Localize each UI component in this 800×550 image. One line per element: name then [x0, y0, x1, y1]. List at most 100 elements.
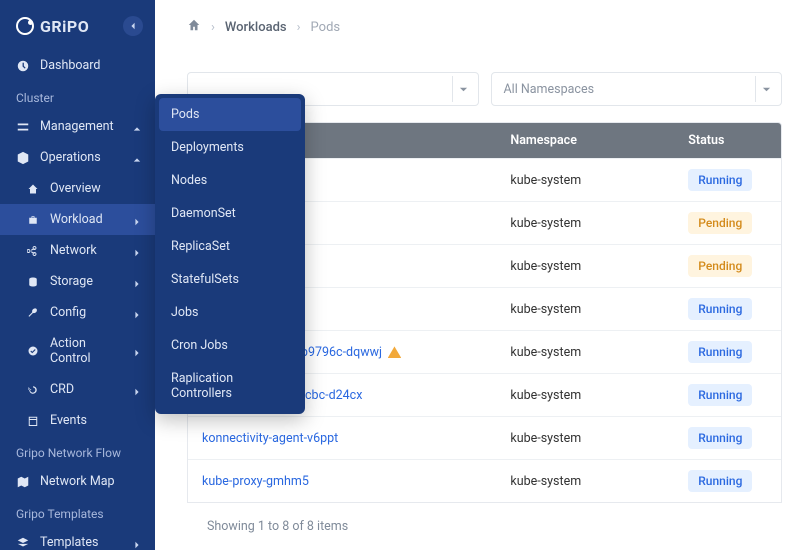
breadcrumb-workloads[interactable]: Workloads — [225, 20, 287, 35]
breadcrumb: › Workloads › Pods — [155, 0, 800, 54]
nav-label: Storage — [50, 274, 123, 289]
pod-namespace: kube-system — [496, 245, 674, 288]
submenu-jobs[interactable]: Jobs — [155, 296, 305, 329]
status-badge: Running — [688, 298, 752, 320]
col-status[interactable]: Status — [674, 123, 781, 159]
map-icon — [16, 475, 30, 489]
brand-name: GRiPO — [40, 17, 89, 36]
collapse-sidebar-button[interactable] — [123, 16, 143, 36]
nav-storage[interactable]: Storage — [0, 266, 155, 297]
nav-events[interactable]: Events — [0, 405, 155, 436]
filter-namespace-dropdown[interactable]: All Namespaces — [491, 72, 783, 106]
home-icon — [26, 182, 40, 196]
calendar-icon — [26, 414, 40, 428]
logo-mark-icon — [16, 17, 34, 35]
chevron-right-icon — [133, 538, 143, 548]
nav-label: Dashboard — [40, 58, 143, 73]
chevron-up-icon — [133, 153, 143, 163]
nav-config[interactable]: Config — [0, 297, 155, 328]
pod-name-link[interactable]: konnectivity-agent-v6ppt — [202, 431, 338, 446]
chevron-right-icon — [133, 277, 143, 287]
workload-submenu: Pods Deployments Nodes DaemonSet Replica… — [155, 94, 305, 414]
cube-icon — [16, 151, 30, 165]
status-badge: Running — [688, 384, 752, 406]
status-badge: Running — [688, 470, 752, 492]
layers-icon — [16, 536, 30, 550]
database-icon — [26, 275, 40, 289]
nav-label: Network — [50, 243, 123, 258]
dropdown-placeholder: All Namespaces — [504, 82, 595, 97]
nav-workload[interactable]: Workload — [0, 204, 155, 235]
status-badge: Pending — [688, 255, 752, 277]
submenu-pods[interactable]: Pods — [159, 98, 301, 131]
table-row: konnectivity-agent-v6ppt kube-system Runni… — [188, 417, 781, 460]
submenu-daemonset[interactable]: DaemonSet — [155, 197, 305, 230]
check-circle-icon — [26, 344, 40, 358]
submenu-replication-controllers[interactable]: Raplication Controllers — [155, 362, 305, 410]
nav-management[interactable]: Management — [0, 111, 155, 142]
chevron-right-icon — [133, 246, 143, 256]
section-templates-label: Gripo Templates — [0, 497, 155, 527]
status-badge: Running — [688, 169, 752, 191]
nav-label: CRD — [50, 382, 123, 397]
status-badge: Running — [688, 427, 752, 449]
chevron-right-icon — [133, 308, 143, 318]
chevron-right-icon — [133, 346, 143, 356]
submenu-replicaset[interactable]: ReplicaSet — [155, 230, 305, 263]
pod-namespace: kube-system — [496, 374, 674, 417]
section-cluster-label: Cluster — [0, 81, 155, 111]
nav-label: Config — [50, 305, 123, 320]
section-network-flow-label: Gripo Network Flow — [0, 436, 155, 466]
sidebar: GRiPO Dashboard Cluster Management Opera… — [0, 0, 155, 550]
status-badge: Running — [688, 341, 752, 363]
briefcase-icon — [26, 213, 40, 227]
breadcrumb-current: Pods — [311, 20, 341, 35]
gauge-icon — [16, 59, 30, 73]
nav-network-map[interactable]: Network Map — [0, 466, 155, 497]
pod-namespace: kube-system — [496, 460, 674, 503]
nav-templates[interactable]: Templates — [0, 527, 155, 550]
pod-name-link[interactable]: kube-proxy-gmhm5 — [202, 474, 309, 489]
nav-label: Management — [40, 119, 123, 134]
pod-namespace: kube-system — [496, 202, 674, 245]
breadcrumb-separator: › — [297, 20, 301, 35]
sidebar-header: GRiPO — [0, 0, 155, 50]
wrench-icon — [26, 306, 40, 320]
share-icon — [26, 244, 40, 258]
chevron-down-icon — [755, 76, 777, 102]
nav-network[interactable]: Network — [0, 235, 155, 266]
table-row: kube-proxy-gmhm5 kube-system Running — [188, 460, 781, 503]
status-badge: Pending — [688, 212, 752, 234]
nav-dashboard[interactable]: Dashboard — [0, 50, 155, 81]
refresh-icon — [26, 383, 40, 397]
chevron-down-icon — [452, 76, 474, 102]
nav-label: Operations — [40, 150, 123, 165]
chevron-right-icon — [133, 385, 143, 395]
brand-logo: GRiPO — [16, 17, 89, 36]
nav-operations[interactable]: Operations — [0, 142, 155, 173]
nav-label: Templates — [40, 535, 123, 550]
home-icon[interactable] — [187, 18, 201, 36]
sliders-icon — [16, 120, 30, 134]
submenu-statefulsets[interactable]: StatefulSets — [155, 263, 305, 296]
nav-action-control[interactable]: Action Control — [0, 328, 155, 374]
nav-label: Overview — [50, 181, 143, 196]
col-namespace[interactable]: Namespace — [496, 123, 674, 159]
nav-label: Events — [50, 413, 143, 428]
chevron-right-icon — [133, 215, 143, 225]
nav-label: Workload — [50, 212, 123, 227]
pod-namespace: kube-system — [496, 159, 674, 202]
warning-icon — [388, 346, 401, 359]
submenu-deployments[interactable]: Deployments — [155, 131, 305, 164]
nav-label: Network Map — [40, 474, 143, 489]
table-footer: Showing 1 to 8 of 8 items — [187, 503, 782, 550]
chevron-up-icon — [133, 122, 143, 132]
nav-crd[interactable]: CRD — [0, 374, 155, 405]
submenu-nodes[interactable]: Nodes — [155, 164, 305, 197]
breadcrumb-separator: › — [211, 20, 215, 35]
pod-namespace: kube-system — [496, 417, 674, 460]
pod-namespace: kube-system — [496, 288, 674, 331]
submenu-cron-jobs[interactable]: Cron Jobs — [155, 329, 305, 362]
nav-overview[interactable]: Overview — [0, 173, 155, 204]
nav-label: Action Control — [50, 336, 123, 366]
